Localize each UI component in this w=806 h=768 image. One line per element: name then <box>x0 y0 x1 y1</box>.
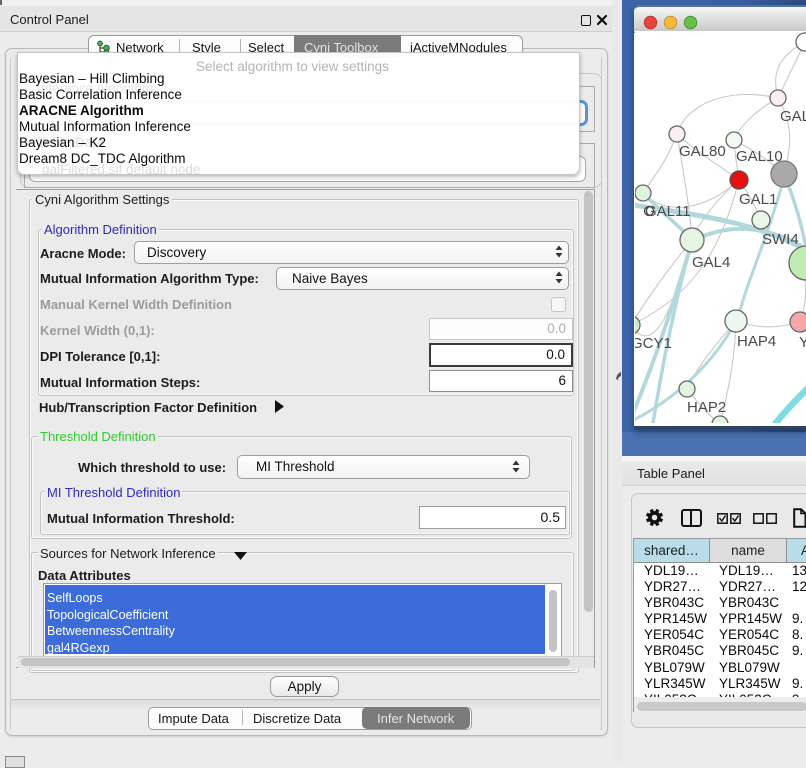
svg-text:GAL4: GAL4 <box>692 254 730 271</box>
svg-text:GAL11: GAL11 <box>645 203 691 220</box>
svg-text:GAL80: GAL80 <box>679 143 726 160</box>
svg-text:GCY1: GCY1 <box>635 335 672 352</box>
svg-text:SWI4: SWI4 <box>762 231 799 248</box>
svg-text:Y: Y <box>799 334 806 351</box>
svg-text:HAP2: HAP2 <box>687 399 726 416</box>
svg-text:GAL10: GAL10 <box>736 148 783 165</box>
svg-text:GAL1: GAL1 <box>739 191 777 208</box>
svg-text:HAP4: HAP4 <box>737 333 776 350</box>
svg-text:GAL7: GAL7 <box>780 108 806 125</box>
